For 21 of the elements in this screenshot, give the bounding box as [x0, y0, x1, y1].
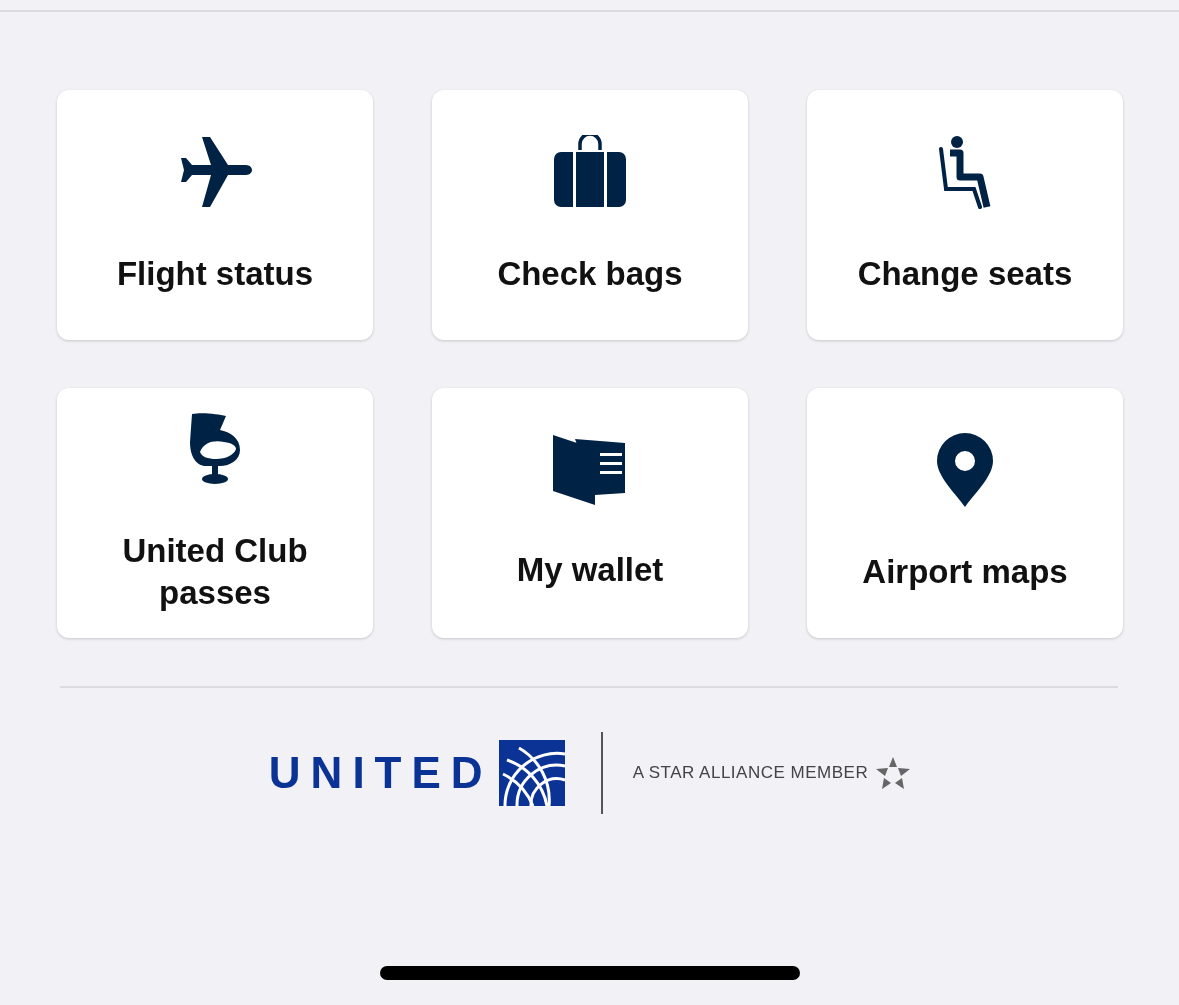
airplane-icon [178, 135, 252, 209]
suitcase-icon [553, 135, 627, 209]
tile-label: Change seats [857, 254, 1073, 294]
star-icon [876, 757, 911, 789]
shortcut-tile[interactable]: United Club passes [57, 388, 373, 638]
tile-label: My wallet [516, 550, 664, 590]
tile-label: Airport maps [862, 552, 1068, 592]
map-pin-icon [937, 433, 993, 507]
tile-label: United Club passes [121, 531, 309, 613]
shortcut-tile[interactable]: Check bags [432, 90, 748, 340]
tile-label: Check bags [497, 254, 683, 294]
egg-chair-icon [188, 412, 242, 486]
seated-person-icon [937, 135, 993, 209]
brand-wordmark: UNITED [268, 748, 493, 798]
wallet-icon [553, 435, 627, 505]
tile-label: Flight status [116, 254, 314, 294]
shortcut-tile[interactable]: My wallet [432, 388, 748, 638]
shortcut-tile[interactable]: Change seats [807, 90, 1123, 340]
alliance-text: A STAR ALLIANCE MEMBER [632, 763, 869, 783]
shortcut-tile[interactable]: Flight status [57, 90, 373, 340]
shortcut-tile[interactable]: Airport maps [807, 388, 1123, 638]
